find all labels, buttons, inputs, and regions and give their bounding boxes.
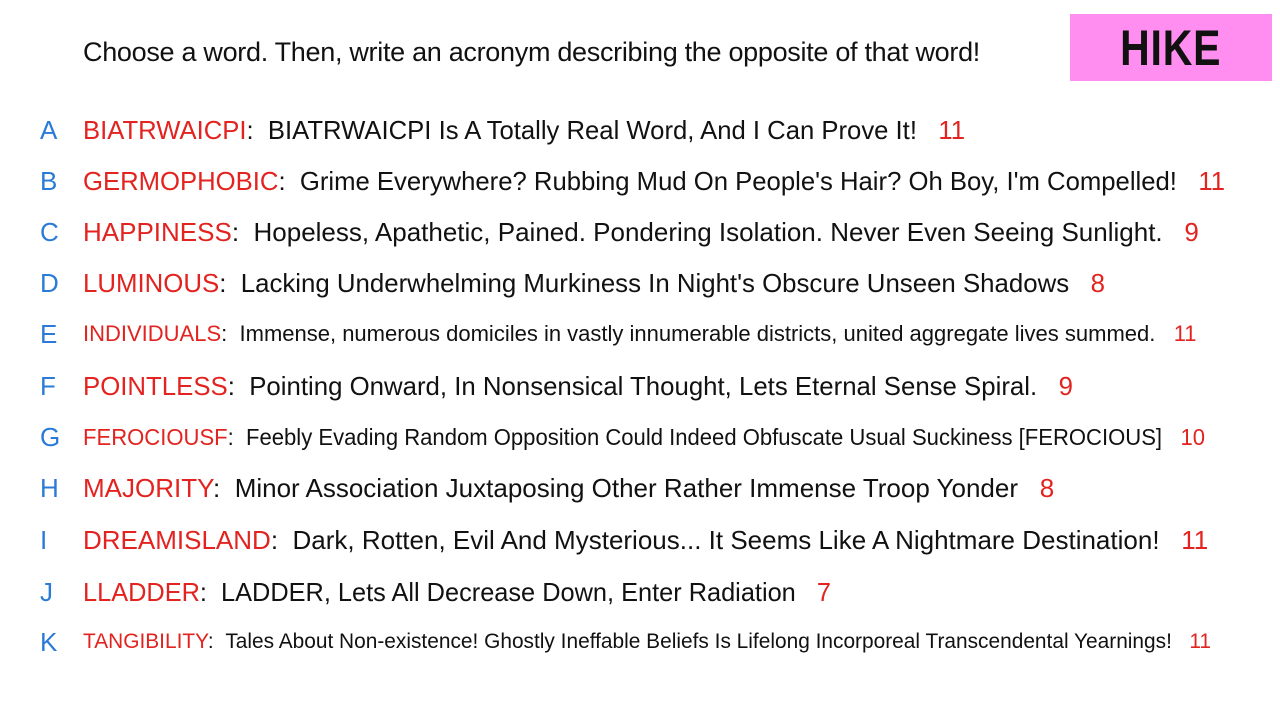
- entry-line: LLADDER: LADDER, Lets All Decrease Down,…: [83, 572, 831, 612]
- entry-separator: :: [227, 424, 247, 450]
- entry-line: HAPPINESS: Hopeless, Apathetic, Pained. …: [83, 212, 1199, 252]
- entry-separator: :: [199, 577, 222, 607]
- entry-acronym: Minor Association Juxtaposing Other Rath…: [234, 473, 1019, 503]
- entry-letter: H: [40, 473, 59, 503]
- entry-line: TANGIBILITY: Tales About Non-existence! …: [83, 622, 1211, 662]
- entry-row-f: F POINTLESS: Pointing Onward, In Nonsensi…: [0, 366, 1280, 406]
- entry-acronym: Tales About Non-existence! Ghostly Ineff…: [225, 630, 1172, 653]
- entry-score: 11: [1173, 321, 1197, 346]
- entry-separator: :: [270, 525, 293, 555]
- entry-separator: :: [231, 217, 254, 247]
- entry-row-k: K TANGIBILITY: Tales About Non-existence!…: [0, 622, 1280, 662]
- entry-score: 9: [1058, 371, 1073, 401]
- entry-word: GERMOPHOBIC: [83, 166, 279, 196]
- prompt-text: Choose a word. Then, write an acronym de…: [83, 37, 981, 67]
- entry-gap: [917, 115, 938, 145]
- entry-separator: :: [213, 473, 235, 503]
- entry-word: BIATRWAICPI: [83, 115, 247, 145]
- entry-line: DREAMISLAND: Dark, Rotten, Evil And Myst…: [83, 520, 1208, 560]
- entry-separator: :: [207, 630, 226, 653]
- entry-letter: E: [40, 319, 58, 349]
- entry-score: 11: [1189, 630, 1211, 653]
- entry-acronym: Dark, Rotten, Evil And Mysterious... It …: [292, 525, 1160, 555]
- entry-word: TANGIBILITY: [83, 630, 208, 653]
- entry-gap: [1155, 321, 1173, 346]
- entry-score: 10: [1180, 424, 1205, 450]
- entry-letter: F: [40, 371, 56, 401]
- entry-word: LUMINOUS: [83, 268, 220, 298]
- entry-score: 9: [1184, 217, 1199, 247]
- entry-row-c: C HAPPINESS: Hopeless, Apathetic, Pained.…: [0, 212, 1280, 252]
- entry-separator: :: [278, 166, 300, 196]
- entry-gap: [1177, 166, 1198, 196]
- entry-row-j: J LLADDER: LADDER, Lets All Decrease Down…: [0, 572, 1280, 612]
- entry-acronym: Pointing Onward, In Nonsensical Thought,…: [249, 371, 1038, 401]
- entry-letter: K: [40, 627, 58, 657]
- entry-acronym: Grime Everywhere? Rubbing Mud On People'…: [299, 166, 1177, 196]
- entry-gap: [1018, 473, 1040, 503]
- entry-row-h: H MAJORITY: Minor Association Juxtaposing…: [0, 468, 1280, 508]
- entry-word: DREAMISLAND: [83, 525, 271, 555]
- entry-line: BIATRWAICPI: BIATRWAICPI Is A Totally Re…: [83, 110, 965, 150]
- entry-gap: [1163, 217, 1185, 247]
- entry-word: FEROCIOUSF: [83, 424, 228, 450]
- entry-row-g: G FEROCIOUSF: Feebly Evading Random Oppos…: [0, 417, 1280, 457]
- entry-score: 8: [1039, 473, 1055, 503]
- entry-word: LLADDER: [83, 577, 200, 607]
- entry-gap: [1162, 424, 1180, 450]
- entry-line: POINTLESS: Pointing Onward, In Nonsensic…: [83, 366, 1073, 406]
- entry-score: 11: [1198, 166, 1225, 196]
- entry-acronym: Hopeless, Apathetic, Pained. Pondering I…: [253, 217, 1163, 247]
- entry-line: FEROCIOUSF: Feebly Evading Random Opposi…: [83, 417, 1205, 457]
- entry-word: HAPPINESS: [83, 217, 232, 247]
- entry-line: LUMINOUS: Lacking Underwhelming Murkines…: [83, 263, 1105, 303]
- entry-word: POINTLESS: [83, 371, 228, 401]
- entry-score: 11: [1181, 525, 1209, 555]
- entry-letter: D: [40, 268, 59, 298]
- entry-acronym: LADDER, Lets All Decrease Down, Enter Ra…: [221, 577, 796, 607]
- entry-line: INDIVIDUALS: Immense, numerous domiciles…: [83, 314, 1197, 354]
- entry-line: MAJORITY: Minor Association Juxtaposing …: [83, 468, 1054, 508]
- entry-letter: C: [40, 217, 59, 247]
- entry-score: 11: [938, 115, 965, 145]
- entry-letter: A: [40, 115, 58, 145]
- hike-tag: HIKE: [1070, 14, 1272, 81]
- entry-letter: I: [40, 525, 48, 555]
- entry-gap: [1037, 371, 1058, 401]
- entry-separator: :: [246, 115, 268, 145]
- entry-score: 7: [816, 577, 831, 607]
- entry-row-d: D LUMINOUS: Lacking Underwhelming Murkine…: [0, 263, 1280, 303]
- entry-gap: [1172, 630, 1189, 653]
- entry-score: 8: [1090, 268, 1105, 298]
- entry-word: INDIVIDUALS: [83, 321, 222, 346]
- entry-row-b: B GERMOPHOBIC: Grime Everywhere? Rubbing …: [0, 161, 1280, 201]
- entry-gap: [1069, 268, 1091, 298]
- entry-acronym: Lacking Underwhelming Murkiness In Night…: [240, 268, 1070, 298]
- entry-separator: :: [219, 268, 241, 298]
- hike-tag-label: HIKE: [1120, 19, 1222, 76]
- entry-letter: J: [40, 577, 53, 607]
- entry-line: GERMOPHOBIC: Grime Everywhere? Rubbing M…: [83, 161, 1225, 201]
- entry-acronym: Feebly Evading Random Opposition Could I…: [246, 424, 1163, 450]
- entry-acronym: BIATRWAICPI Is A Totally Real Word, And …: [267, 115, 917, 145]
- entry-gap: [796, 577, 817, 607]
- entry-row-a: A BIATRWAICPI: BIATRWAICPI Is A Totally R…: [0, 110, 1280, 150]
- entry-letter: B: [40, 166, 58, 196]
- entry-letter: G: [40, 422, 61, 452]
- entry-acronym: Immense, numerous domiciles in vastly in…: [239, 321, 1156, 346]
- entry-separator: :: [221, 321, 240, 346]
- entry-gap: [1160, 525, 1182, 555]
- entry-row-i: I DREAMISLAND: Dark, Rotten, Evil And Mys…: [0, 520, 1280, 560]
- entry-separator: :: [227, 371, 250, 401]
- entry-word: MAJORITY: [83, 473, 214, 503]
- entry-row-e: E INDIVIDUALS: Immense, numerous domicile…: [0, 314, 1280, 354]
